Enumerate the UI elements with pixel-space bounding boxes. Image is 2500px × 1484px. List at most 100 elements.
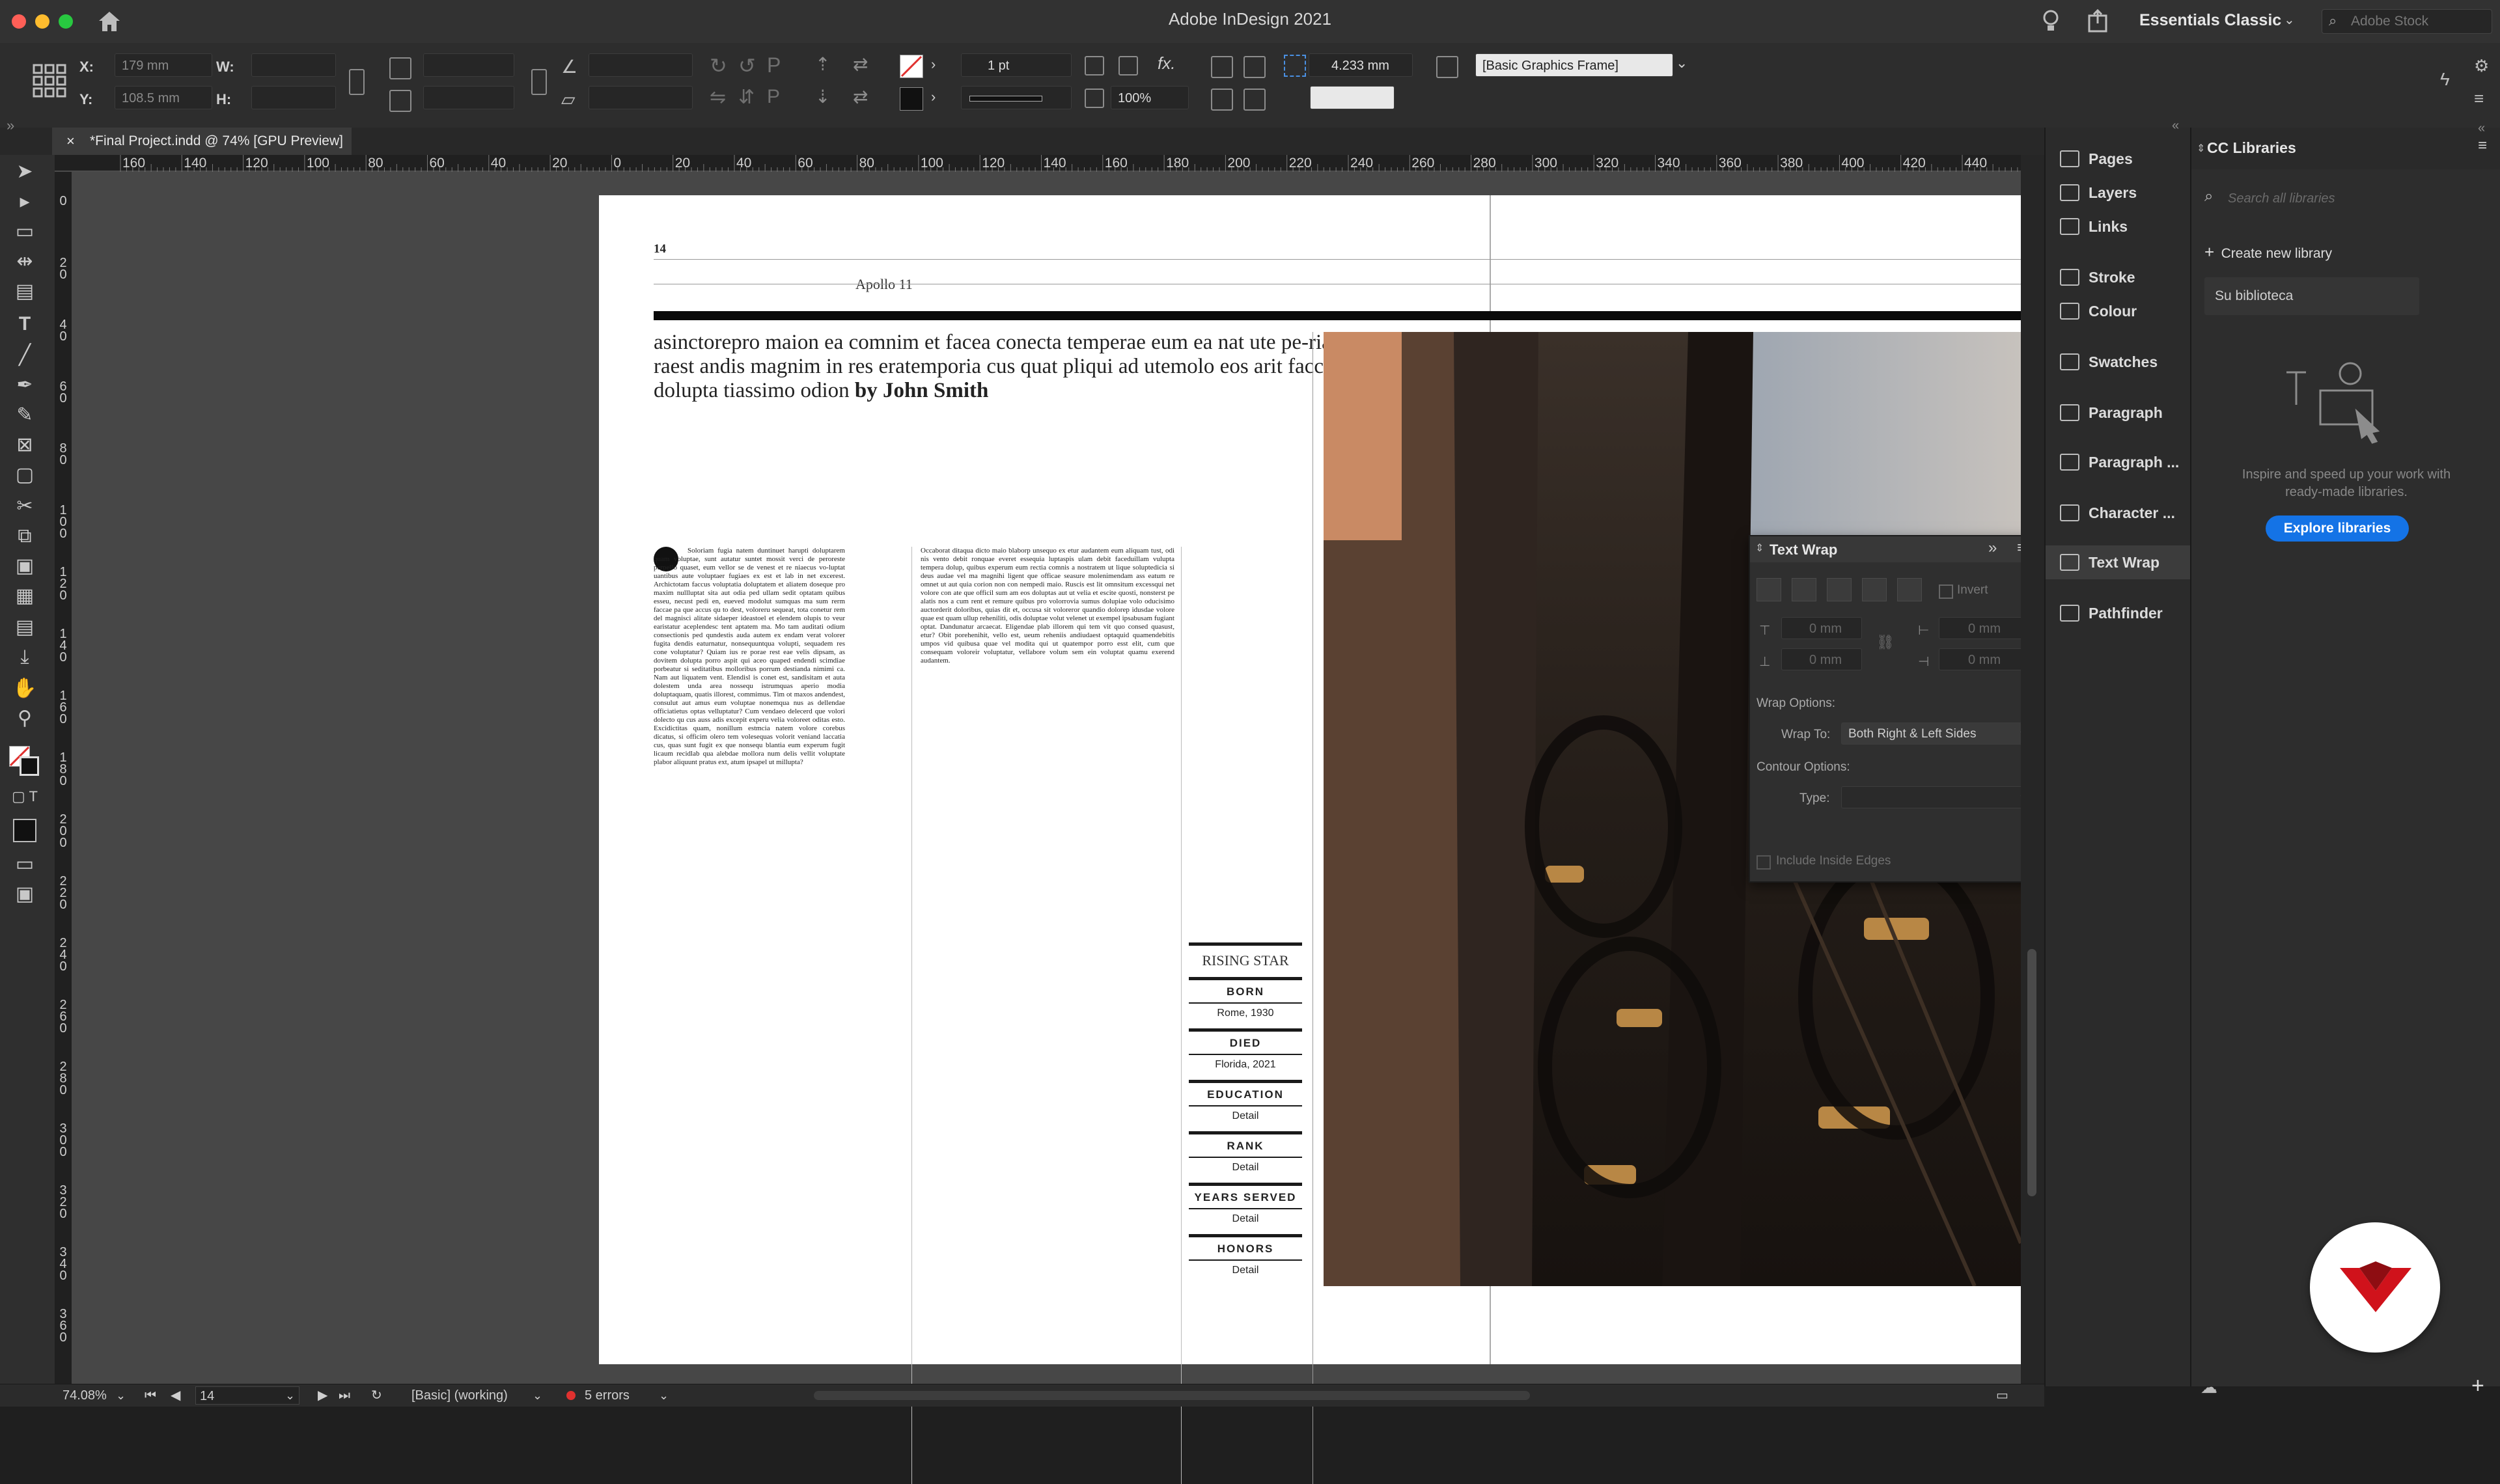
jump-to-next-column-button[interactable]	[1897, 578, 1922, 601]
dock-item-swatches[interactable]: Swatches	[2046, 345, 2190, 379]
previous-page-icon[interactable]: ◀	[171, 1384, 180, 1407]
free-transform-tool-icon[interactable]: ⧉	[12, 523, 38, 549]
lightning-icon[interactable]: ϟ	[2440, 69, 2450, 90]
text-wrap-jump-icon[interactable]	[1243, 89, 1266, 111]
right-offset-field[interactable]: 0 mm	[1939, 648, 2030, 670]
select-parent-icon[interactable]: ⇣	[815, 86, 830, 107]
contour-type-select[interactable]	[1841, 786, 2034, 808]
chevron-down-icon[interactable]: ⌄	[2284, 12, 2295, 28]
select-container-icon[interactable]: P	[767, 53, 781, 77]
wrap-bounding-box-button[interactable]	[1792, 578, 1816, 601]
hamburger-menu-icon[interactable]: ≡	[2474, 89, 2484, 109]
constrain-scale-icon[interactable]	[531, 69, 547, 95]
next-page-icon[interactable]: ▶	[318, 1384, 327, 1407]
zoom-tool-icon[interactable]: ⚲	[12, 706, 38, 732]
zoom-menu-chevron-icon[interactable]: ⌄	[116, 1384, 126, 1407]
fit-frame-icon[interactable]	[1085, 56, 1104, 76]
wrap-to-select[interactable]: Both Right & Left Sides	[1841, 722, 2034, 745]
constrain-proportions-icon[interactable]	[349, 69, 365, 95]
text-wrap-bounding-icon[interactable]	[1243, 56, 1266, 78]
preflight-errors[interactable]: 5 errors	[585, 1384, 630, 1407]
workspace-switcher[interactable]: Essentials Classic	[2139, 11, 2281, 30]
text-wrap-object-icon[interactable]	[1211, 89, 1233, 111]
scissors-tool-icon[interactable]: ✂	[12, 493, 38, 519]
auto-fit-icon[interactable]	[1284, 55, 1306, 77]
object-style-chevron-icon[interactable]: ⌄	[1676, 55, 1688, 72]
gear-icon[interactable]: ⚙	[2474, 56, 2489, 76]
fit-content-icon[interactable]	[1118, 56, 1138, 76]
vertical-scroll-thumb[interactable]	[2027, 949, 2036, 1196]
corner-shape-select[interactable]	[1310, 86, 1395, 109]
jump-object-button[interactable]	[1862, 578, 1887, 601]
adobe-stock-search[interactable]: ⌕ Adobe Stock	[2322, 9, 2492, 34]
vertical-scrollbar[interactable]	[2021, 155, 2044, 1386]
preflight-profile-chevron-icon[interactable]: ⌄	[533, 1384, 542, 1407]
zoom-level-field[interactable]: 74.08%	[62, 1384, 116, 1407]
hand-tool-icon[interactable]: ✋	[12, 676, 38, 702]
x-position-field[interactable]: 179 mm	[115, 53, 212, 77]
explore-libraries-button[interactable]: Explore libraries	[2266, 515, 2409, 542]
rotation-angle-field[interactable]	[589, 53, 693, 77]
rotate-ccw-icon[interactable]: ↺	[738, 53, 756, 78]
dock-item-pathfinder[interactable]: Pathfinder	[2046, 596, 2190, 630]
flip-vertical-icon[interactable]: ⇵	[738, 86, 755, 109]
stroke-swatch-black[interactable]	[900, 87, 923, 111]
collapse-dock-icon[interactable]: «	[2172, 118, 2179, 133]
collapse-cc-panel-icon[interactable]: ⇕	[2197, 142, 2205, 155]
effects-button[interactable]: fx.	[1158, 53, 1175, 74]
first-page-icon[interactable]: ⏮	[145, 1384, 156, 1407]
text-wrap-panel[interactable]: ⇕ Text Wrap » ≡ Invert ⊤ 0 mm ⊥ 0 mm ⛓ ⊢…	[1749, 535, 2042, 883]
preflight-profile[interactable]: [Basic] (working)	[411, 1384, 508, 1407]
expand-panel-icon[interactable]: »	[1988, 539, 1997, 557]
collapse-tools-icon[interactable]: »	[7, 117, 14, 134]
line-tool-icon[interactable]: ╱	[12, 342, 38, 368]
stroke-color-icon[interactable]	[20, 756, 39, 776]
rectangle-frame-tool-icon[interactable]: ⊠	[12, 432, 38, 458]
horizontal-scroll-thumb[interactable]	[814, 1391, 1530, 1400]
content-collector-icon[interactable]: ▤	[12, 279, 38, 305]
dock-item-character[interactable]: Character ...	[2046, 496, 2190, 530]
body-column-1[interactable]: Soloriam fugia natem duntinuet harupti d…	[654, 547, 845, 1484]
fill-menu-icon[interactable]: ›	[931, 56, 936, 73]
dock-item-paragraph[interactable]: Paragraph	[2046, 396, 2190, 430]
shear-angle-field[interactable]	[589, 86, 693, 109]
include-inside-edges-checkbox[interactable]	[1757, 855, 1771, 870]
cc-libraries-panel[interactable]: ⇕ CC Libraries ≡ « ⌕ Search all librarie…	[2190, 121, 2500, 1398]
rectangle-tool-icon[interactable]: ▢	[12, 462, 38, 488]
height-field[interactable]	[251, 86, 336, 109]
select-next-icon[interactable]: ⇄	[853, 53, 868, 75]
collapse-cc-dock-icon[interactable]: «	[2478, 121, 2485, 136]
direct-selection-tool-icon[interactable]: ▸	[12, 189, 38, 215]
no-text-wrap-button[interactable]	[1757, 578, 1781, 601]
invert-checkbox[interactable]	[1939, 584, 1953, 599]
screen-mode-icon[interactable]: ▭	[12, 851, 38, 877]
dock-item-links[interactable]: Links	[2046, 210, 2190, 243]
gap-tool-icon[interactable]: ⇹	[12, 249, 38, 275]
text-wrap-none-icon[interactable]	[1211, 56, 1233, 78]
apply-color-icon[interactable]	[13, 819, 36, 842]
dock-item-text-wrap[interactable]: Text Wrap	[2046, 545, 2190, 579]
stroke-weight-field[interactable]: 1 pt	[961, 53, 1072, 77]
top-offset-field[interactable]: 0 mm	[1781, 617, 1862, 639]
page-tool-icon[interactable]: ▭	[12, 219, 38, 245]
scale-y-field[interactable]	[423, 86, 514, 109]
dock-item-colour[interactable]: Colour	[2046, 294, 2190, 328]
width-field[interactable]	[251, 53, 336, 77]
sync-icon[interactable]: ↻	[371, 1384, 382, 1407]
document-tab[interactable]: × *Final Project.indd @ 74% [GPU Preview…	[52, 128, 352, 155]
opacity-field[interactable]: 100%	[1111, 86, 1189, 109]
text-wrap-panel-header[interactable]: ⇕ Text Wrap » ≡	[1750, 536, 2040, 562]
page-number-field[interactable]: 14	[195, 1386, 299, 1405]
library-item[interactable]: Su biblioteca	[2204, 277, 2419, 315]
corner-size-field[interactable]: 4.233 mm	[1309, 53, 1413, 77]
add-to-library-icon[interactable]: +	[2471, 1373, 2484, 1399]
y-position-field[interactable]: 108.5 mm	[115, 86, 212, 109]
gradient-swatch-tool-icon[interactable]: ▣	[12, 553, 38, 579]
cc-libraries-menu-icon[interactable]: ≡	[2478, 137, 2487, 155]
wrap-object-shape-button[interactable]	[1827, 578, 1852, 601]
formatting-affects-container-icon[interactable]: ▢ T	[12, 784, 38, 810]
select-previous-icon[interactable]: ⇡	[815, 53, 830, 75]
selection-tool-icon[interactable]: ➤	[12, 159, 38, 185]
stroke-menu-icon[interactable]: ›	[931, 89, 936, 105]
scale-x-field[interactable]	[423, 53, 514, 77]
